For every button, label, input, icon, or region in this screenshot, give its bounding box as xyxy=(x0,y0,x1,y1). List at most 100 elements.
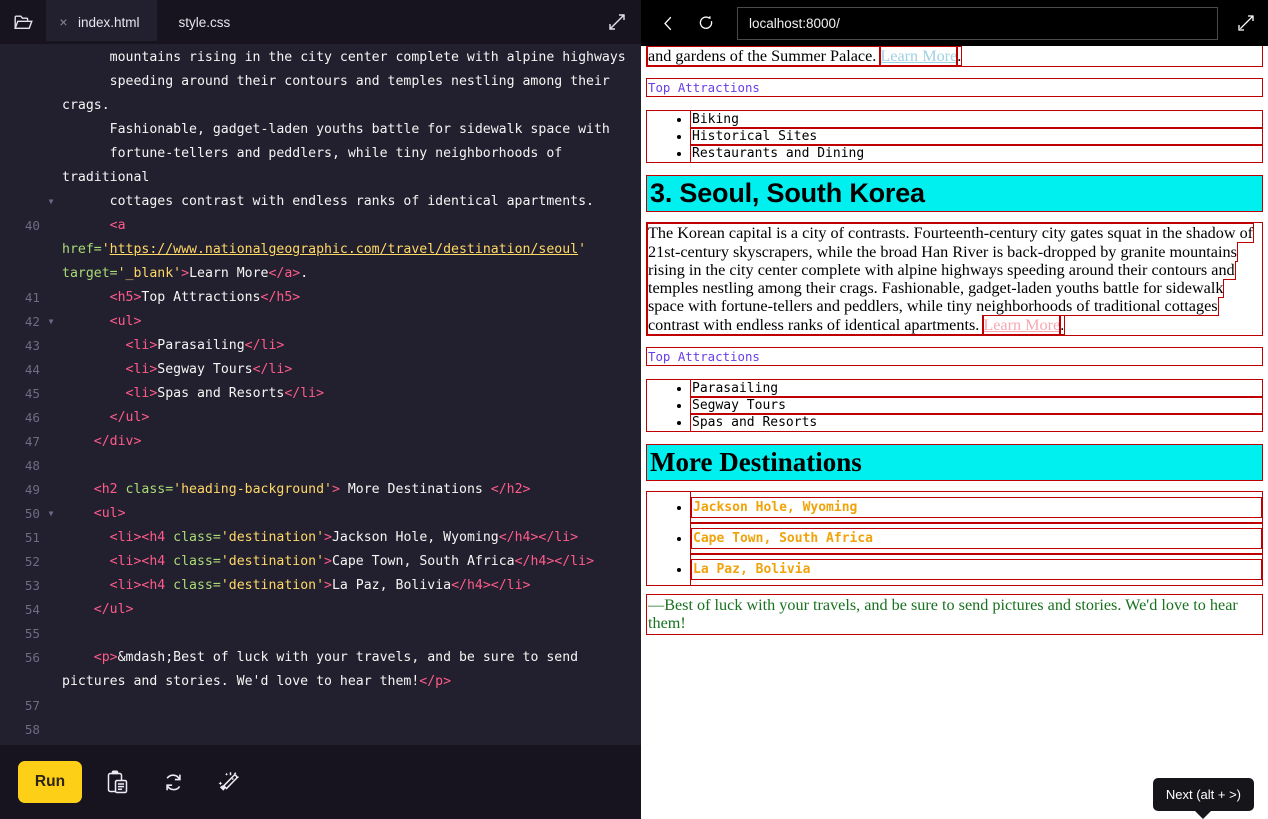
line-number: 43 xyxy=(24,338,40,353)
code-text: cottages contrast with endless ranks of … xyxy=(62,190,641,214)
code-text: speeding around their contours and templ… xyxy=(62,70,641,118)
code-line[interactable]: 47 </div> xyxy=(0,430,641,454)
code-token: class= xyxy=(173,554,221,569)
code-token: </li> xyxy=(244,338,285,353)
code-line[interactable]: 59 </body> xyxy=(0,742,641,745)
tab-index-html[interactable]: × index.html xyxy=(46,0,157,44)
list-item: Parasailing xyxy=(690,379,1263,399)
code-token: <li><h4 xyxy=(109,530,174,545)
folder-icon[interactable] xyxy=(0,0,46,44)
code-line[interactable]: 52 <li><h4 class='destination'>Cape Town… xyxy=(0,550,641,574)
list-item: Biking xyxy=(690,110,1263,130)
code-token: Jackson Hole, Wyoming xyxy=(331,530,499,545)
line-number: 55 xyxy=(24,626,40,641)
list-item: Cape Town, South Africa xyxy=(690,522,1263,556)
code-line[interactable]: ▼ cottages contrast with endless ranks o… xyxy=(0,190,641,214)
code-token: </li> xyxy=(252,362,293,377)
code-token: </ul> xyxy=(93,602,134,617)
code-line[interactable]: 41 <h5>Top Attractions</h5> xyxy=(0,286,641,310)
code-line[interactable]: speeding around their contours and templ… xyxy=(0,70,641,118)
expand-diagonal-icon[interactable] xyxy=(1230,5,1262,41)
fold-arrow-icon[interactable]: ▼ xyxy=(40,502,62,526)
code-line[interactable]: 54 </ul> xyxy=(0,598,641,622)
code-line[interactable]: 48 xyxy=(0,454,641,478)
line-number: 50 xyxy=(24,506,40,521)
magic-wand-icon[interactable] xyxy=(208,761,250,803)
attractions-list-2: Parasailing Segway Tours Spas and Resort… xyxy=(646,379,1263,433)
browser-toolbar: localhost:8000/ xyxy=(641,0,1268,46)
reload-icon[interactable] xyxy=(689,6,723,40)
code-token: Top Attractions xyxy=(141,290,261,305)
code-token: More Destinations xyxy=(339,482,491,497)
code-line[interactable]: mountains rising in the city center comp… xyxy=(0,46,641,70)
code-token: </div> xyxy=(93,434,142,449)
code-line[interactable]: 57 xyxy=(0,694,641,718)
destination-title: Cape Town, South Africa xyxy=(691,528,1262,550)
code-line[interactable]: 43 <li>Parasailing</li> xyxy=(0,334,641,358)
address-bar[interactable]: localhost:8000/ xyxy=(737,6,1218,40)
destination-title: La Paz, Bolivia xyxy=(691,559,1262,581)
code-token: > xyxy=(181,266,190,281)
expand-diagonal-icon[interactable] xyxy=(593,0,641,44)
seoul-paragraph: The Korean capital is a city of contrast… xyxy=(646,222,1263,337)
tab-style-css[interactable]: style.css xyxy=(157,0,253,44)
line-number: 47 xyxy=(24,434,40,449)
chevron-left-icon[interactable] xyxy=(651,6,685,40)
top-attractions-heading-1: Top Attractions xyxy=(646,78,1263,98)
period: . xyxy=(1059,314,1066,335)
fold-arrow-icon[interactable]: ▼ xyxy=(40,190,62,214)
code-token: class= xyxy=(173,578,221,593)
code-token: > xyxy=(324,530,332,545)
clipboard-copy-icon[interactable] xyxy=(96,761,138,803)
code-editor[interactable]: mountains rising in the city center comp… xyxy=(0,44,641,745)
code-line[interactable]: 45 <li>Spas and Resorts</li> xyxy=(0,382,641,406)
code-token: target= xyxy=(62,266,118,281)
code-text: Fashionable, gadget-laden youths battle … xyxy=(62,118,641,142)
learn-more-link[interactable]: Learn More xyxy=(982,314,1062,335)
next-tooltip: Next (alt + >) xyxy=(1152,778,1254,811)
list-item: La Paz, Bolivia xyxy=(690,553,1263,587)
code-line[interactable]: 53 <li><h4 class='destination'>La Paz, B… xyxy=(0,574,641,598)
code-line[interactable]: Fashionable, gadget-laden youths battle … xyxy=(0,118,641,142)
code-token: </p> xyxy=(419,674,452,689)
run-button[interactable]: Run xyxy=(18,761,82,803)
code-token: > xyxy=(324,554,332,569)
code-text: <li>Parasailing</li> xyxy=(62,334,641,358)
refresh-icon[interactable] xyxy=(152,761,194,803)
code-token: > xyxy=(324,578,332,593)
code-line[interactable]: 55 xyxy=(0,622,641,646)
line-number: 46 xyxy=(24,410,40,425)
learn-more-link[interactable]: Learn More xyxy=(879,46,959,66)
line-number: 44 xyxy=(24,362,40,377)
code-token: href= xyxy=(62,242,102,257)
code-line[interactable]: 56 <p>&mdash;Best of luck with your trav… xyxy=(0,646,641,694)
editor-tabbar: × index.html style.css xyxy=(0,0,641,44)
code-token: fortune-tellers and peddlers, while tiny… xyxy=(62,146,571,185)
code-token: </a> xyxy=(268,266,301,281)
fold-arrow-icon[interactable]: ▼ xyxy=(40,310,62,334)
code-text: </div> xyxy=(62,430,641,454)
more-destinations-heading: More Destinations xyxy=(646,444,1263,482)
code-line[interactable]: 40 <a href='https://www.nationalgeograph… xyxy=(0,214,641,286)
code-line[interactable]: 49 <h2 class='heading-background'> More … xyxy=(0,478,641,502)
code-line[interactable]: 51 <li><h4 class='destination'>Jackson H… xyxy=(0,526,641,550)
code-text: <ul> xyxy=(62,502,641,526)
code-line[interactable]: 44 <li>Segway Tours</li> xyxy=(0,358,641,382)
code-line[interactable]: 50 ▼ <ul> xyxy=(0,502,641,526)
code-text: <ul> xyxy=(62,310,641,334)
code-line[interactable]: 46 </ul> xyxy=(0,406,641,430)
beijing-paragraph-tail: and gardens of the Summer Palace. Learn … xyxy=(646,46,1263,68)
code-token: Spas and Resorts xyxy=(157,386,285,401)
tab-close-icon[interactable]: × xyxy=(58,15,69,29)
code-token: </h4></li> xyxy=(451,578,531,593)
code-text: mountains rising in the city center comp… xyxy=(62,46,641,70)
code-line[interactable]: 58 xyxy=(0,718,641,742)
paragraph-text: The Korean capital is a city of contrast… xyxy=(646,223,1255,335)
code-token: class= xyxy=(173,530,221,545)
code-line[interactable]: fortune-tellers and peddlers, while tiny… xyxy=(0,142,641,190)
code-line[interactable]: 42 ▼ <ul> xyxy=(0,310,641,334)
